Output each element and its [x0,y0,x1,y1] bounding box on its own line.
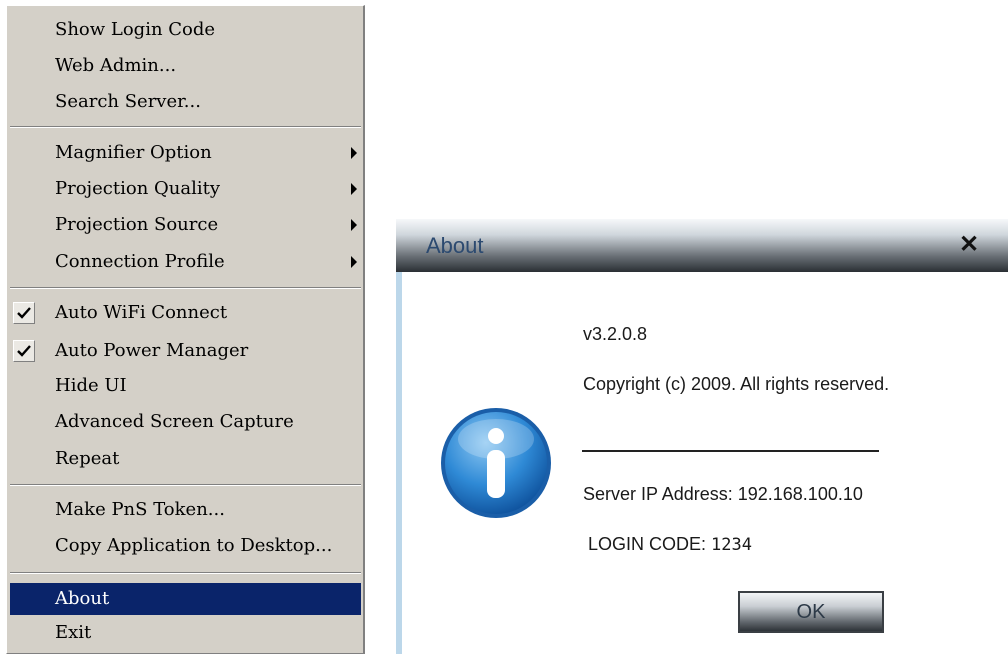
server-ip-text: Server IP Address: 192.168.100.10 [583,484,863,504]
menu-item-hide-ui[interactable]: Hide UI [10,370,361,402]
menu-separator [10,126,361,128]
menu-item-label: Web Admin... [55,55,177,76]
login-code-label: LOGIN CODE: [588,534,707,554]
menu-item-repeat[interactable]: Repeat [10,443,361,475]
login-code-text: LOGIN CODE: 1234 [588,534,752,555]
about-dialog: About ✕ v3.2.0.8 Copyright (c) 2009. All… [396,219,1008,654]
menu-item-search-server[interactable]: Search Server... [10,86,361,118]
menu-item-label: Show Login Code [55,19,216,40]
checkmark-icon [13,340,35,362]
menu-item-label: Repeat [55,448,120,469]
menu-item-label: Search Server... [55,91,201,112]
menu-item-copy-application-to-desktop[interactable]: Copy Application to Desktop... [10,530,361,562]
menu-item-projection-quality[interactable]: Projection Quality [10,173,361,205]
submenu-arrow-icon [351,219,357,231]
divider [582,450,879,452]
dialog-titlebar[interactable]: About ✕ [396,219,1008,272]
menu-item-magnifier-option[interactable]: Magnifier Option [10,137,361,169]
menu-item-connection-profile[interactable]: Connection Profile [10,246,361,278]
menu-item-label: Projection Source [55,214,219,235]
menu-item-label: Auto Power Manager [55,340,249,361]
checkmark-icon [13,302,35,324]
close-icon[interactable]: ✕ [956,233,982,257]
menu-item-make-pns-token[interactable]: Make PnS Token... [10,494,361,526]
version-text: v3.2.0.8 [583,324,648,344]
menu-item-label: Hide UI [55,375,127,396]
menu-item-projection-source[interactable]: Projection Source [10,209,361,241]
menu-separator [10,287,361,289]
menu-separator [10,572,361,574]
menu-item-auto-power-manager[interactable]: Auto Power Manager [10,335,361,367]
dialog-title: About [426,233,484,258]
menu-item-label: Make PnS Token... [55,499,225,520]
menu-item-label: Exit [55,622,92,643]
menu-item-exit[interactable]: Exit [10,617,361,649]
menu-item-label: Copy Application to Desktop... [55,535,333,556]
menu-item-web-admin[interactable]: Web Admin... [10,50,361,82]
menu-item-label: Connection Profile [55,251,225,272]
login-code-value: 1234 [711,535,752,555]
submenu-arrow-icon [351,183,357,195]
menu-item-label: Projection Quality [55,178,221,199]
menu-item-auto-wifi-connect[interactable]: Auto WiFi Connect [10,297,361,329]
ok-button[interactable]: OK [738,591,884,633]
menu-item-about[interactable]: About [10,583,361,615]
submenu-arrow-icon [351,256,357,268]
menu-item-advanced-screen-capture[interactable]: Advanced Screen Capture [10,406,361,438]
menu-item-label: Auto WiFi Connect [55,302,228,323]
menu-separator [10,484,361,486]
dialog-content: v3.2.0.8 Copyright (c) 2009. All rights … [402,272,1008,654]
submenu-arrow-icon [351,147,357,159]
info-icon [441,408,551,518]
menu-item-label: Advanced Screen Capture [55,411,294,432]
context-menu: Show Login Code Web Admin... Search Serv… [6,5,365,654]
menu-item-label: Magnifier Option [55,142,212,163]
copyright-text: Copyright (c) 2009. All rights reserved. [583,374,890,394]
menu-item-show-login-code[interactable]: Show Login Code [10,14,361,46]
menu-item-label: About [55,588,110,609]
